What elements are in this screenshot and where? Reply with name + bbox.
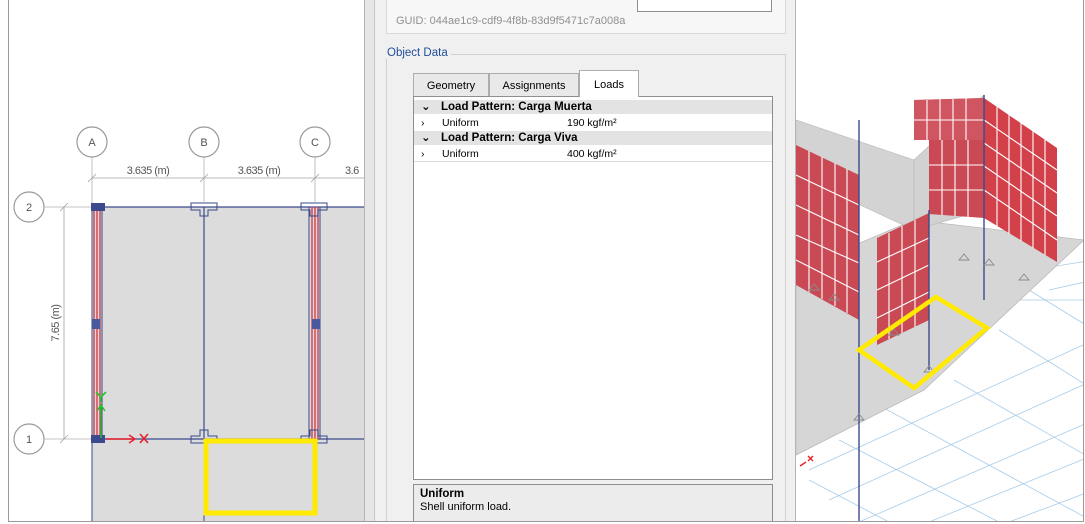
grid-label-2: 2	[26, 202, 32, 214]
grid-label-a: A	[88, 137, 96, 149]
description-box: Uniform Shell uniform load.	[413, 484, 773, 521]
tab-loads[interactable]: Loads	[579, 70, 639, 97]
slab-area[interactable]	[92, 207, 364, 522]
dimension-bc: 3.635 (m)	[238, 165, 281, 177]
dimension-ab: 3.635 (m)	[127, 165, 170, 177]
3d-view[interactable]	[796, 0, 1084, 522]
description-text: Shell uniform load.	[420, 501, 512, 513]
tab-geometry[interactable]: Geometry	[413, 73, 489, 96]
column-a1[interactable]	[91, 435, 105, 443]
tree-divider	[414, 161, 772, 162]
load-row-uniform-viva[interactable]: › Uniform 400 kgf/m²	[414, 148, 772, 160]
grid-bubble-2[interactable]: 2	[13, 191, 45, 223]
dimension-12: 7.65 (m)	[50, 305, 62, 342]
column-c-mid[interactable]	[312, 319, 320, 329]
load-row-uniform-muerta[interactable]: › Uniform 190 kgf/m²	[414, 117, 772, 129]
chevron-down-icon[interactable]: ⌄	[421, 131, 431, 145]
chevron-right-icon[interactable]: ›	[421, 148, 425, 160]
grid-bubble-1[interactable]: 1	[13, 423, 45, 455]
load-pattern-header-carga-viva[interactable]: ⌄ Load Pattern: Carga Viva	[414, 131, 772, 145]
description-title: Uniform	[420, 488, 465, 500]
object-data-title: Object Data	[385, 47, 451, 59]
grid-label-b: B	[200, 137, 207, 149]
application-window: A B C 2 1 3.635 (m) 3.635 (m) 3.6 7.65 (…	[8, 0, 1084, 522]
chevron-right-icon[interactable]: ›	[421, 117, 425, 129]
column-a-mid[interactable]	[92, 319, 100, 329]
column-a2[interactable]	[91, 203, 105, 211]
plan-view[interactable]: A B C 2 1 3.635 (m) 3.635 (m) 3.6 7.65 (…	[9, 0, 364, 522]
grid-bubble-a[interactable]: A	[76, 126, 108, 158]
grid-label-1: 1	[26, 434, 32, 446]
grid-bubble-b[interactable]: B	[188, 126, 220, 158]
grid-bubble-c[interactable]: C	[299, 126, 331, 158]
guid-box: GUID: 044ae1c9-cdf9-4f8b-83d9f5471c7a008…	[386, 0, 786, 34]
panel-scroll-strip[interactable]	[365, 0, 375, 521]
object-info-panel: GUID: 044ae1c9-cdf9-4f8b-83d9f5471c7a008…	[364, 0, 796, 521]
guid-text: GUID: 044ae1c9-cdf9-4f8b-83d9f5471c7a008…	[396, 15, 626, 27]
grid-label-c: C	[311, 137, 319, 149]
tab-assignments[interactable]: Assignments	[489, 73, 579, 96]
guid-top-field[interactable]	[637, 0, 772, 12]
loads-tree: ⌄ Load Pattern: Carga Muerta › Uniform 1…	[413, 96, 773, 480]
dimension-cd: 3.6	[345, 165, 359, 177]
3d-axis-icon	[799, 455, 814, 467]
chevron-down-icon[interactable]: ⌄	[421, 100, 431, 114]
load-pattern-header-carga-muerta[interactable]: ⌄ Load Pattern: Carga Muerta	[414, 100, 772, 114]
